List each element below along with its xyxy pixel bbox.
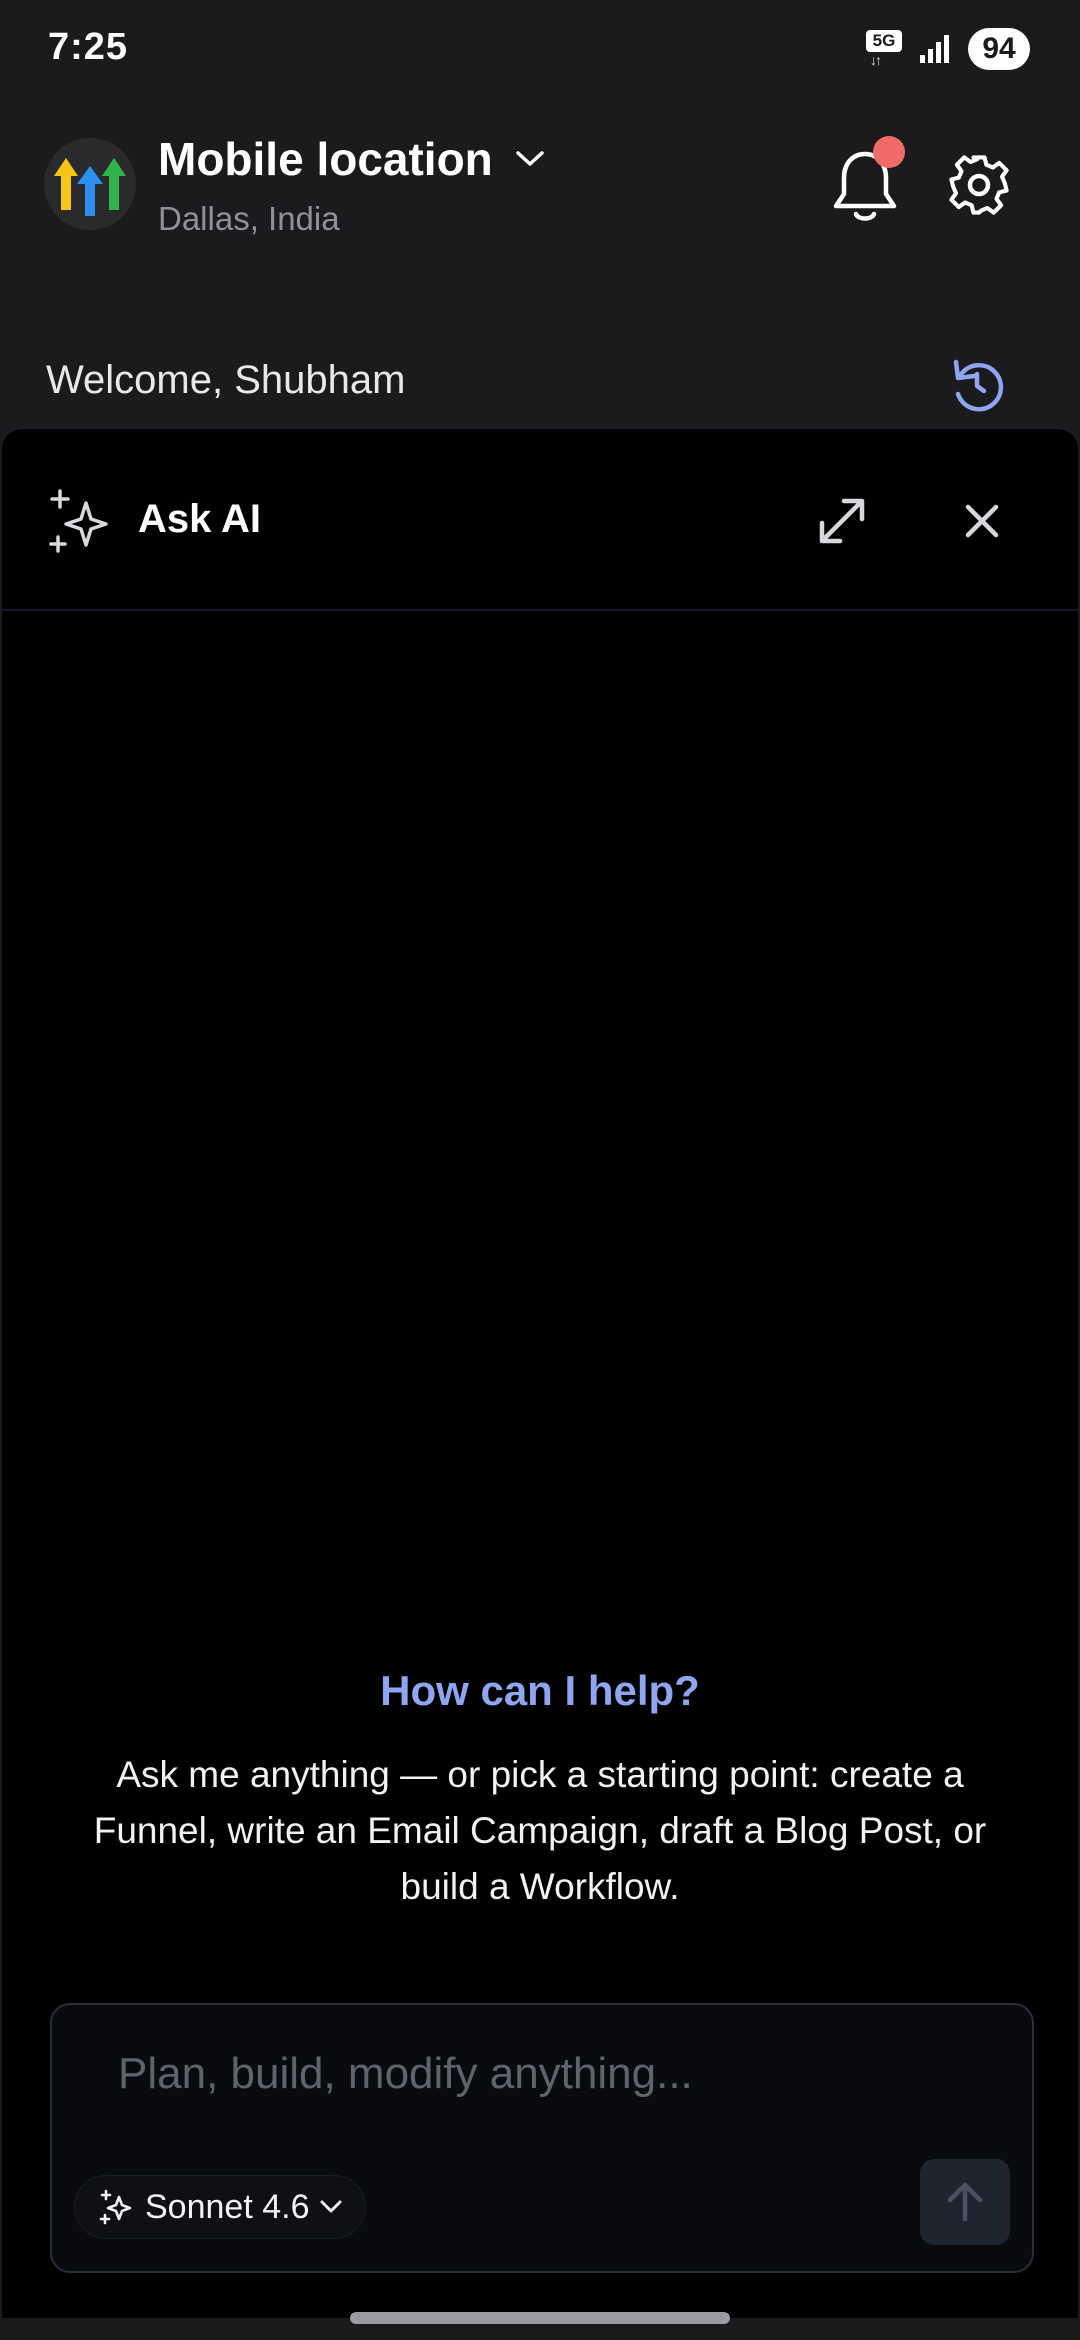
chat-input[interactable] — [118, 2049, 978, 2099]
sparkle-small-icon — [99, 2189, 132, 2225]
app-screen: 7:25 5G ↓↑ 94 Mobile location Dallas, In… — [0, 0, 1080, 2340]
send-button[interactable] — [920, 2159, 1010, 2245]
location-title: Mobile location — [158, 133, 493, 185]
chevron-down-icon — [516, 151, 544, 166]
help-title: How can I help? — [380, 1667, 700, 1714]
expand-icon[interactable] — [814, 493, 870, 549]
close-icon[interactable] — [956, 495, 1008, 547]
location-subtitle: Dallas, India — [158, 200, 340, 237]
home-indicator[interactable] — [350, 2312, 730, 2324]
signal-icon — [920, 35, 949, 63]
ask-ai-header: Ask AI — [2, 429, 1078, 611]
status-bar: 7:25 5G ↓↑ 94 — [0, 0, 1080, 100]
arrow-up-icon — [947, 2182, 983, 2222]
status-time: 7:25 — [48, 26, 129, 68]
ask-ai-panel: Ask AI How can I help? Ask me anything —… — [2, 428, 1078, 2318]
app-header: Mobile location Dallas, India — [0, 120, 1080, 260]
location-switcher[interactable]: Mobile location — [158, 132, 545, 186]
welcome-text: Welcome, Shubham — [46, 358, 406, 402]
network-5g-icon: 5G ↓↑ — [866, 30, 902, 68]
ask-ai-title: Ask AI — [138, 497, 262, 541]
model-label: Sonnet 4.6 — [145, 2187, 310, 2226]
chat-composer: Sonnet 4.6 — [50, 2003, 1034, 2273]
model-selector[interactable]: Sonnet 4.6 — [74, 2175, 367, 2239]
notification-badge — [873, 136, 905, 168]
logo[interactable] — [44, 138, 136, 230]
refresh-icon[interactable] — [946, 354, 1008, 416]
gear-icon[interactable] — [944, 150, 1014, 220]
brand-arrows-icon — [54, 158, 126, 216]
help-body: Ask me anything — or pick a starting poi… — [93, 1754, 987, 1907]
battery-indicator: 94 — [968, 28, 1030, 70]
status-icons: 5G ↓↑ 94 — [866, 28, 1030, 70]
sparkle-icon — [49, 489, 108, 553]
chevron-down-icon — [320, 2200, 342, 2213]
